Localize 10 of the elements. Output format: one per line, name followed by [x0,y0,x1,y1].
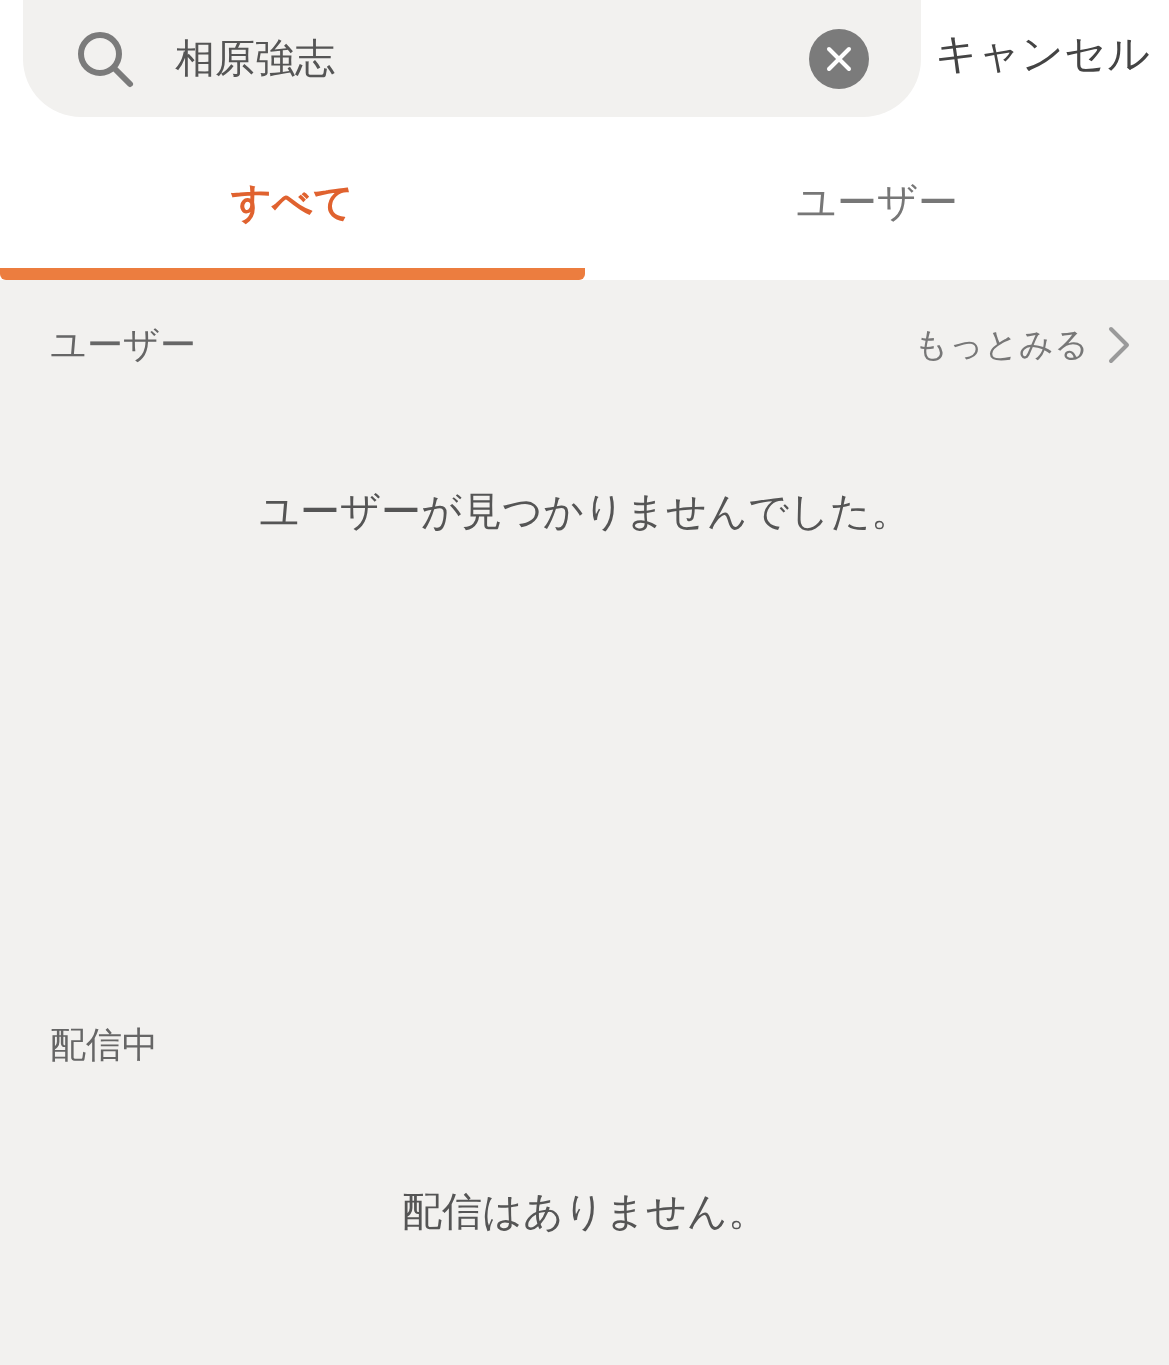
tab[interactable]: ユーザー [584,140,1169,280]
section-title: 配信中 [50,1022,158,1067]
search-field[interactable]: 相原強志 [23,0,921,117]
cancel-button[interactable]: キャンセル [935,24,1150,84]
tab[interactable]: すべて [0,140,585,280]
chevron-icon [1107,325,1131,365]
empty-message: 配信はありません。 [401,1187,768,1236]
section-title: ユーザー [50,322,196,367]
empty-message: ユーザーが見つかりませんでした。 [258,487,911,536]
more-link[interactable]: もっとみる [914,322,1131,368]
